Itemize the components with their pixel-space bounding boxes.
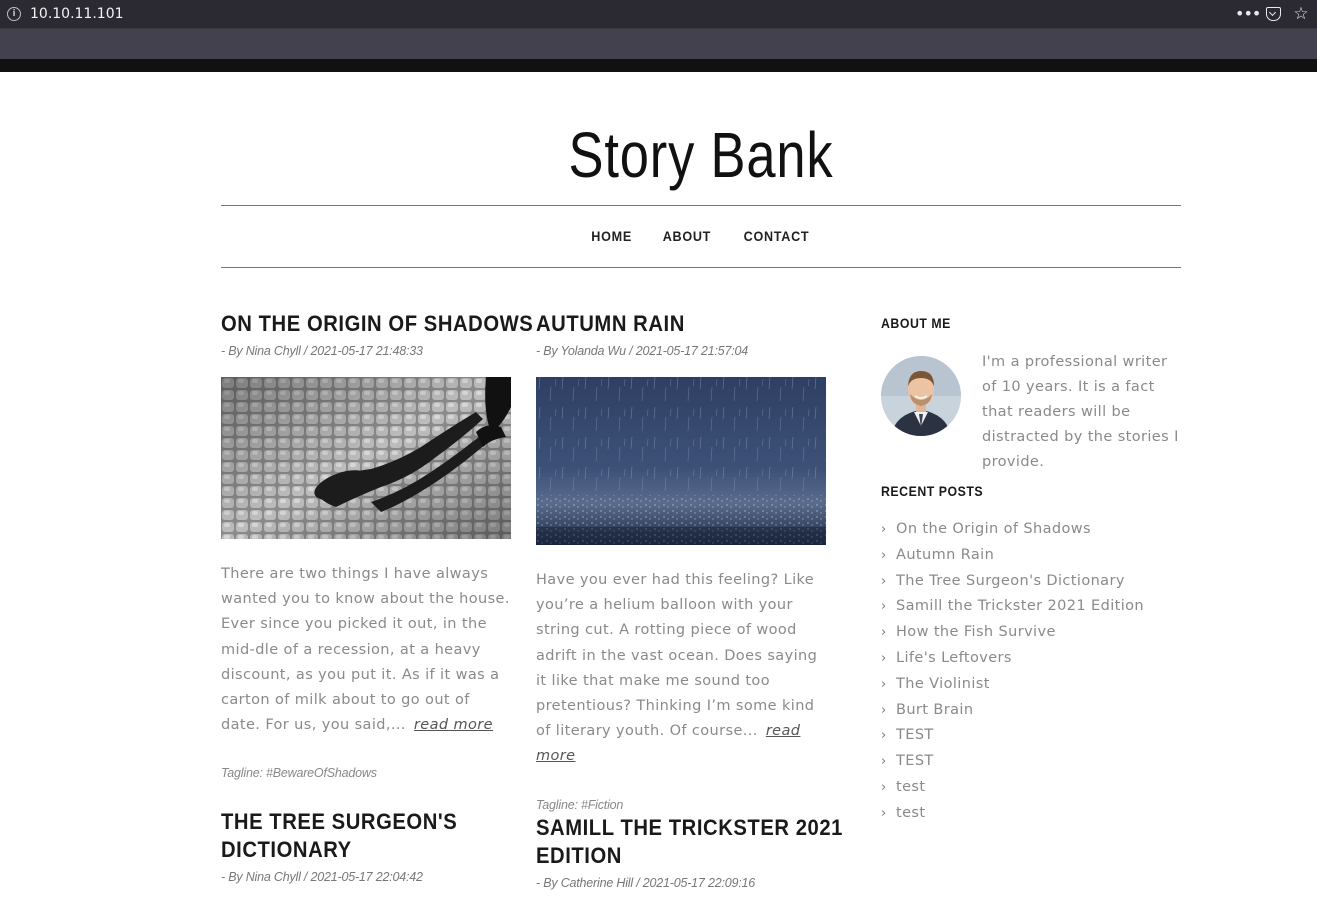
recent-post-item[interactable]: › test (881, 775, 1181, 801)
chevron-right-icon: › (881, 625, 887, 641)
recent-post-item[interactable]: › Burt Brain (881, 698, 1181, 724)
post-meta: - By Nina Chyll / 2021-05-17 22:04:42 (221, 870, 423, 884)
chevron-right-icon: › (881, 779, 887, 795)
post-excerpt: There are two things I have always wante… (221, 566, 510, 734)
chevron-right-icon: › (881, 702, 887, 718)
recent-post-item[interactable]: › test (881, 801, 1181, 827)
recent-post-item[interactable]: › Life's Leftovers (881, 646, 1181, 672)
recent-post-item[interactable]: › TEST (881, 723, 1181, 749)
post-card: THE TREE SURGEON'S DICTIONARY - By Nina C… (221, 808, 511, 884)
recent-post-item[interactable]: › The Violinist (881, 672, 1181, 698)
about-me-text: I'm a professional writer of 10 years. I… (982, 354, 1179, 470)
chevron-right-icon: › (881, 650, 887, 666)
recent-post-item[interactable]: › The Tree Surgeon's Dictionary (881, 569, 1181, 595)
browser-toolbar-area (0, 29, 1317, 59)
recent-post-item[interactable]: › Samill the Trickster 2021 Edition (881, 594, 1181, 620)
site-title[interactable]: Story Bank (307, 118, 1094, 192)
post-title[interactable]: ON THE ORIGIN OF SHADOWS (221, 310, 533, 338)
main-nav: HOME ABOUT CONTACT (221, 228, 1181, 244)
nav-home[interactable]: HOME (591, 228, 632, 244)
recent-post-item[interactable]: › Autumn Rain (881, 543, 1181, 569)
pocket-icon[interactable] (1263, 4, 1283, 24)
post-meta: - By Yolanda Wu / 2021-05-17 21:57:04 (536, 344, 748, 358)
recent-post-item[interactable]: › TEST (881, 749, 1181, 775)
chevron-right-icon: › (881, 573, 887, 589)
browser-url-bar[interactable]: i 10.10.11.101 ••• ☆ (0, 0, 1317, 29)
recent-posts-heading: RECENT POSTS (881, 483, 984, 499)
chevron-right-icon: › (881, 805, 887, 821)
chevron-right-icon: › (881, 522, 887, 537)
chevron-right-icon: › (881, 676, 887, 692)
recent-post-item[interactable]: › On the Origin of Shadows (881, 517, 1181, 543)
ellipsis-icon[interactable]: ••• (1235, 4, 1261, 24)
about-me-heading: ABOUT ME (881, 315, 951, 331)
header-divider-top (221, 205, 1181, 206)
author-avatar (881, 356, 961, 436)
nav-about[interactable]: ABOUT (663, 228, 711, 244)
read-more-link[interactable]: read more (414, 717, 493, 733)
chevron-right-icon: › (881, 547, 887, 563)
chevron-right-icon: › (881, 754, 887, 770)
post-title[interactable]: THE TREE SURGEON'S DICTIONARY (221, 808, 488, 864)
chevron-right-icon: › (881, 728, 887, 744)
recent-posts-list: › On the Origin of Shadows › Autumn Rain ›… (881, 517, 1181, 827)
nav-contact[interactable]: CONTACT (744, 228, 810, 244)
post-meta: - By Nina Chyll / 2021-05-17 21:48:33 (221, 344, 423, 358)
header-divider-bottom (221, 267, 1181, 268)
post-image-rain[interactable] (536, 377, 826, 545)
url-text[interactable]: 10.10.11.101 (30, 6, 124, 22)
post-title[interactable]: AUTUMN RAIN (536, 310, 803, 338)
star-icon[interactable]: ☆ (1291, 4, 1311, 24)
post-tagline: Tagline: #BewareOfShadows (221, 766, 377, 781)
post-excerpt: Have you ever had this feeling? Like you… (536, 572, 818, 765)
post-meta: - By Catherine Hill / 2021-05-17 22:09:1… (536, 876, 756, 890)
chevron-right-icon: › (881, 599, 887, 615)
post-card: ON THE ORIGIN OF SHADOWS - By Nina Chyll… (221, 310, 533, 781)
post-card: AUTUMN RAIN - By Yolanda Wu / 2021-05-17… (536, 310, 826, 812)
post-image-shadows[interactable] (221, 377, 511, 539)
post-card: SAMILL THE TRICKSTER 2021 EDITION - By Ca… (536, 814, 842, 890)
info-icon[interactable]: i (7, 7, 21, 21)
post-tagline: Tagline: #Fiction (536, 797, 624, 812)
site-top-bar (0, 59, 1317, 72)
recent-post-item[interactable]: › How the Fish Survive (881, 620, 1181, 646)
post-title[interactable]: SAMILL THE TRICKSTER 2021 EDITION (536, 814, 842, 870)
